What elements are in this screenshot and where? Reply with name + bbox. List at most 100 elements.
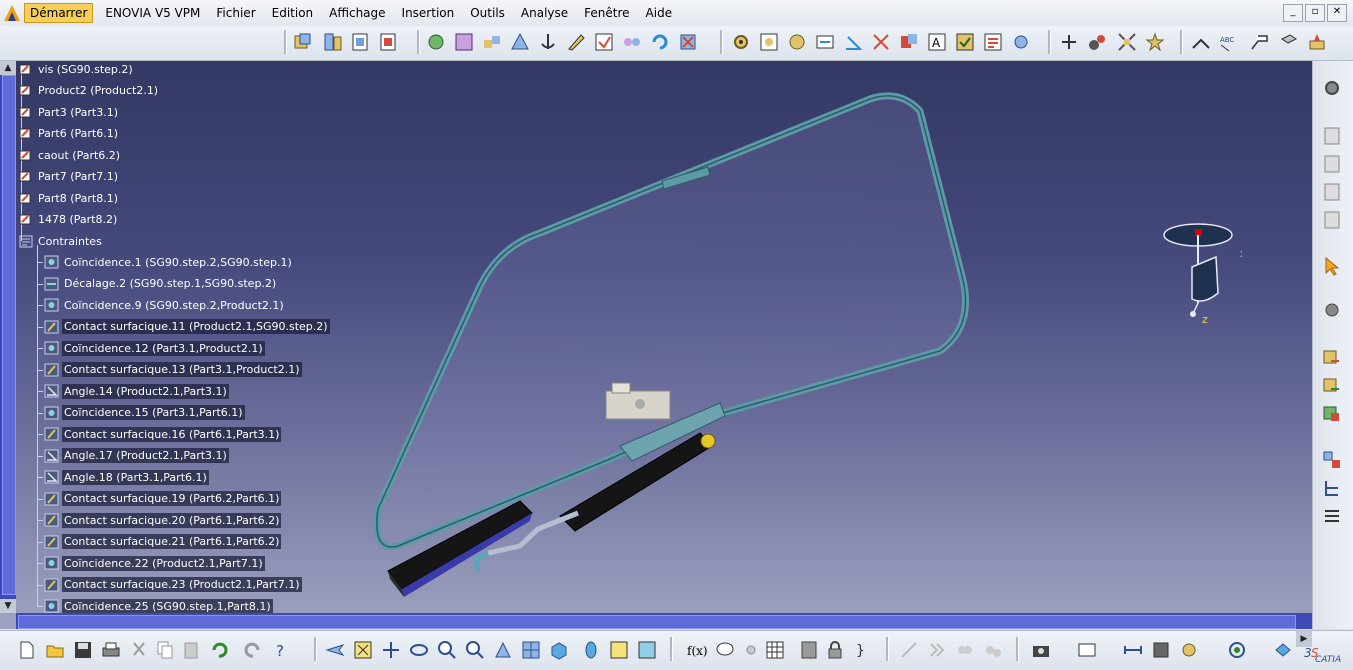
open-folder-icon[interactable] xyxy=(44,639,66,661)
new-file-icon[interactable] xyxy=(16,639,38,661)
tree-node-part[interactable]: 1478 (Part8.2) xyxy=(18,209,119,229)
text-annotation-icon[interactable]: ABC xyxy=(1218,31,1240,53)
tree-node-constraint[interactable]: Coïncidence.1 (SG90.step.2,SG90.step.1) xyxy=(37,252,294,272)
insert-product-icon[interactable] xyxy=(1321,375,1343,397)
tree-node-part[interactable]: caout (Part6.2) xyxy=(18,145,122,165)
ungroup-icon[interactable] xyxy=(982,639,1004,661)
quick-constraint-icon[interactable]: A xyxy=(926,31,948,53)
specification-tree[interactable]: vis (SG90.step.2) Product2 (Product2.1) … xyxy=(0,61,330,614)
generate-numbering-icon[interactable] xyxy=(481,31,503,53)
3d-annotation-icon[interactable] xyxy=(1278,31,1300,53)
set-icon[interactable]: } xyxy=(852,639,874,661)
shading-icon[interactable] xyxy=(580,639,602,661)
menu-affichage[interactable]: Affichage xyxy=(329,4,385,22)
menu-fichier[interactable]: Fichier xyxy=(216,4,255,22)
tree-node-part[interactable]: Part3 (Part3.1) xyxy=(18,102,120,122)
menu-outils[interactable]: Outils xyxy=(470,4,505,22)
fly-mode-icon[interactable] xyxy=(324,639,346,661)
tree-node-constraint[interactable]: Angle.17 (Product2.1,Part3.1) xyxy=(37,446,229,466)
tree-node-constraint[interactable]: Coïncidence.15 (Part3.1,Part6.1) xyxy=(37,403,245,423)
iso-view-icon[interactable] xyxy=(548,639,570,661)
copy-icon[interactable] xyxy=(154,639,176,661)
help-icon[interactable]: ? xyxy=(270,639,292,661)
fix-component-icon[interactable] xyxy=(677,31,699,53)
capture-icon[interactable] xyxy=(1076,639,1098,661)
catalog-icon[interactable] xyxy=(1321,125,1343,147)
comment-icon[interactable] xyxy=(714,639,736,661)
scroll-thumb[interactable] xyxy=(18,615,1296,629)
camera-icon[interactable] xyxy=(1030,639,1052,661)
restore-button[interactable]: ▫ xyxy=(1305,4,1325,22)
tree-node-constraint[interactable]: Angle.18 (Part3.1,Part6.1) xyxy=(37,467,209,487)
menu-insertion[interactable]: Insertion xyxy=(402,4,455,22)
normal-view-icon[interactable] xyxy=(492,639,514,661)
gear-icon[interactable] xyxy=(1321,77,1343,99)
minimize-button[interactable]: _ xyxy=(1283,4,1303,22)
bill-of-material-icon[interactable] xyxy=(509,31,531,53)
tree-node-constraint[interactable]: Coïncidence.12 (Part3.1,Product2.1) xyxy=(37,338,265,358)
tree-node-constraint[interactable]: Contact surfacique.19 (Part6.2,Part6.1) xyxy=(37,489,282,509)
update-icon[interactable] xyxy=(649,31,671,53)
redo-icon[interactable] xyxy=(242,639,264,661)
catalog-3-icon[interactable] xyxy=(1321,181,1343,203)
group-icon[interactable] xyxy=(954,639,976,661)
new-part-icon[interactable] xyxy=(349,31,371,53)
catalog-4-icon[interactable] xyxy=(1321,209,1343,231)
forward-icon[interactable] xyxy=(926,639,948,661)
fix-together-icon[interactable] xyxy=(898,31,920,53)
scroll-up-arrow-icon[interactable]: ▲ xyxy=(0,61,16,75)
flexible-subassembly-icon[interactable] xyxy=(954,31,976,53)
sketch-tools-icon[interactable] xyxy=(898,639,920,661)
tree-node-constraint[interactable]: Contact surfacique.21 (Part6.1,Part6.2) xyxy=(37,532,282,552)
tree-node-constraint[interactable]: Contact surfacique.20 (Part6.1,Part6.2) xyxy=(37,510,282,530)
tree-node-constraint[interactable]: Angle.14 (Product2.1,Part3.1) xyxy=(37,381,229,401)
formula-icon[interactable]: f(x) xyxy=(686,639,708,661)
hide-show-icon[interactable] xyxy=(608,639,630,661)
insert-component-icon[interactable] xyxy=(1321,347,1343,369)
catalog-2-icon[interactable] xyxy=(1321,153,1343,175)
reuse-pattern-icon[interactable] xyxy=(1010,31,1032,53)
tree-node-constraint[interactable]: Coïncidence.22 (Product2.1,Part7.1) xyxy=(37,553,265,573)
cut-icon[interactable] xyxy=(128,639,150,661)
menu-fenetre[interactable]: Fenêtre xyxy=(584,4,629,22)
horizontal-scrollbar[interactable] xyxy=(16,613,1312,629)
close-button[interactable]: ✕ xyxy=(1327,4,1347,22)
change-constraint-icon[interactable] xyxy=(982,31,1004,53)
tree-node-part[interactable]: Part6 (Part6.1) xyxy=(18,123,120,143)
fit-all-icon[interactable] xyxy=(352,639,374,661)
compass-icon[interactable]: x y z xyxy=(1162,211,1242,331)
snap-icon[interactable] xyxy=(1086,31,1108,53)
menu-edition[interactable]: Edition xyxy=(272,4,314,22)
scene-icon[interactable] xyxy=(621,31,643,53)
tree-node-part[interactable]: Part7 (Part7.1) xyxy=(18,166,120,186)
print-icon[interactable] xyxy=(100,639,122,661)
swirl-icon[interactable] xyxy=(1226,639,1248,661)
tree-structure-icon[interactable] xyxy=(1321,477,1343,499)
tree-node-product[interactable]: Product2 (Product2.1) xyxy=(18,80,160,100)
rotate-icon[interactable] xyxy=(408,639,430,661)
assembly-features-icon[interactable] xyxy=(593,31,615,53)
menu-analyse[interactable]: Analyse xyxy=(521,4,568,22)
3d-viewport[interactable]: vis (SG90.step.2) Product2 (Product2.1) … xyxy=(0,61,1312,629)
list-icon[interactable] xyxy=(1321,505,1343,527)
gear-icon[interactable] xyxy=(730,31,752,53)
zoom-in-icon[interactable] xyxy=(436,639,458,661)
scroll-thumb[interactable] xyxy=(2,75,16,595)
fix-constraint-icon[interactable] xyxy=(870,31,892,53)
zoom-out-icon[interactable] xyxy=(464,639,486,661)
tree-node-constraint[interactable]: Contact surfacique.16 (Part6.1,Part3.1) xyxy=(37,424,282,444)
tree-node-product[interactable]: vis (SG90.step.2) xyxy=(18,61,135,79)
manipulation-icon[interactable] xyxy=(1058,31,1080,53)
multi-view-icon[interactable] xyxy=(520,639,542,661)
existing-component-icon[interactable] xyxy=(377,31,399,53)
pencil-icon[interactable] xyxy=(565,31,587,53)
tree-vertical-scrollbar[interactable]: ▲ ▼ xyxy=(0,61,16,613)
replace-component-icon[interactable] xyxy=(425,31,447,53)
select-arrow-icon[interactable] xyxy=(1321,255,1343,277)
swap-visible-space-icon[interactable] xyxy=(636,639,658,661)
3d-space-icon[interactable] xyxy=(1272,639,1294,661)
undo-icon[interactable] xyxy=(208,639,230,661)
coincidence-constraint-icon[interactable] xyxy=(758,31,780,53)
new-product-icon[interactable] xyxy=(322,31,344,53)
stop-manipulate-on-clash-icon[interactable] xyxy=(1144,31,1166,53)
